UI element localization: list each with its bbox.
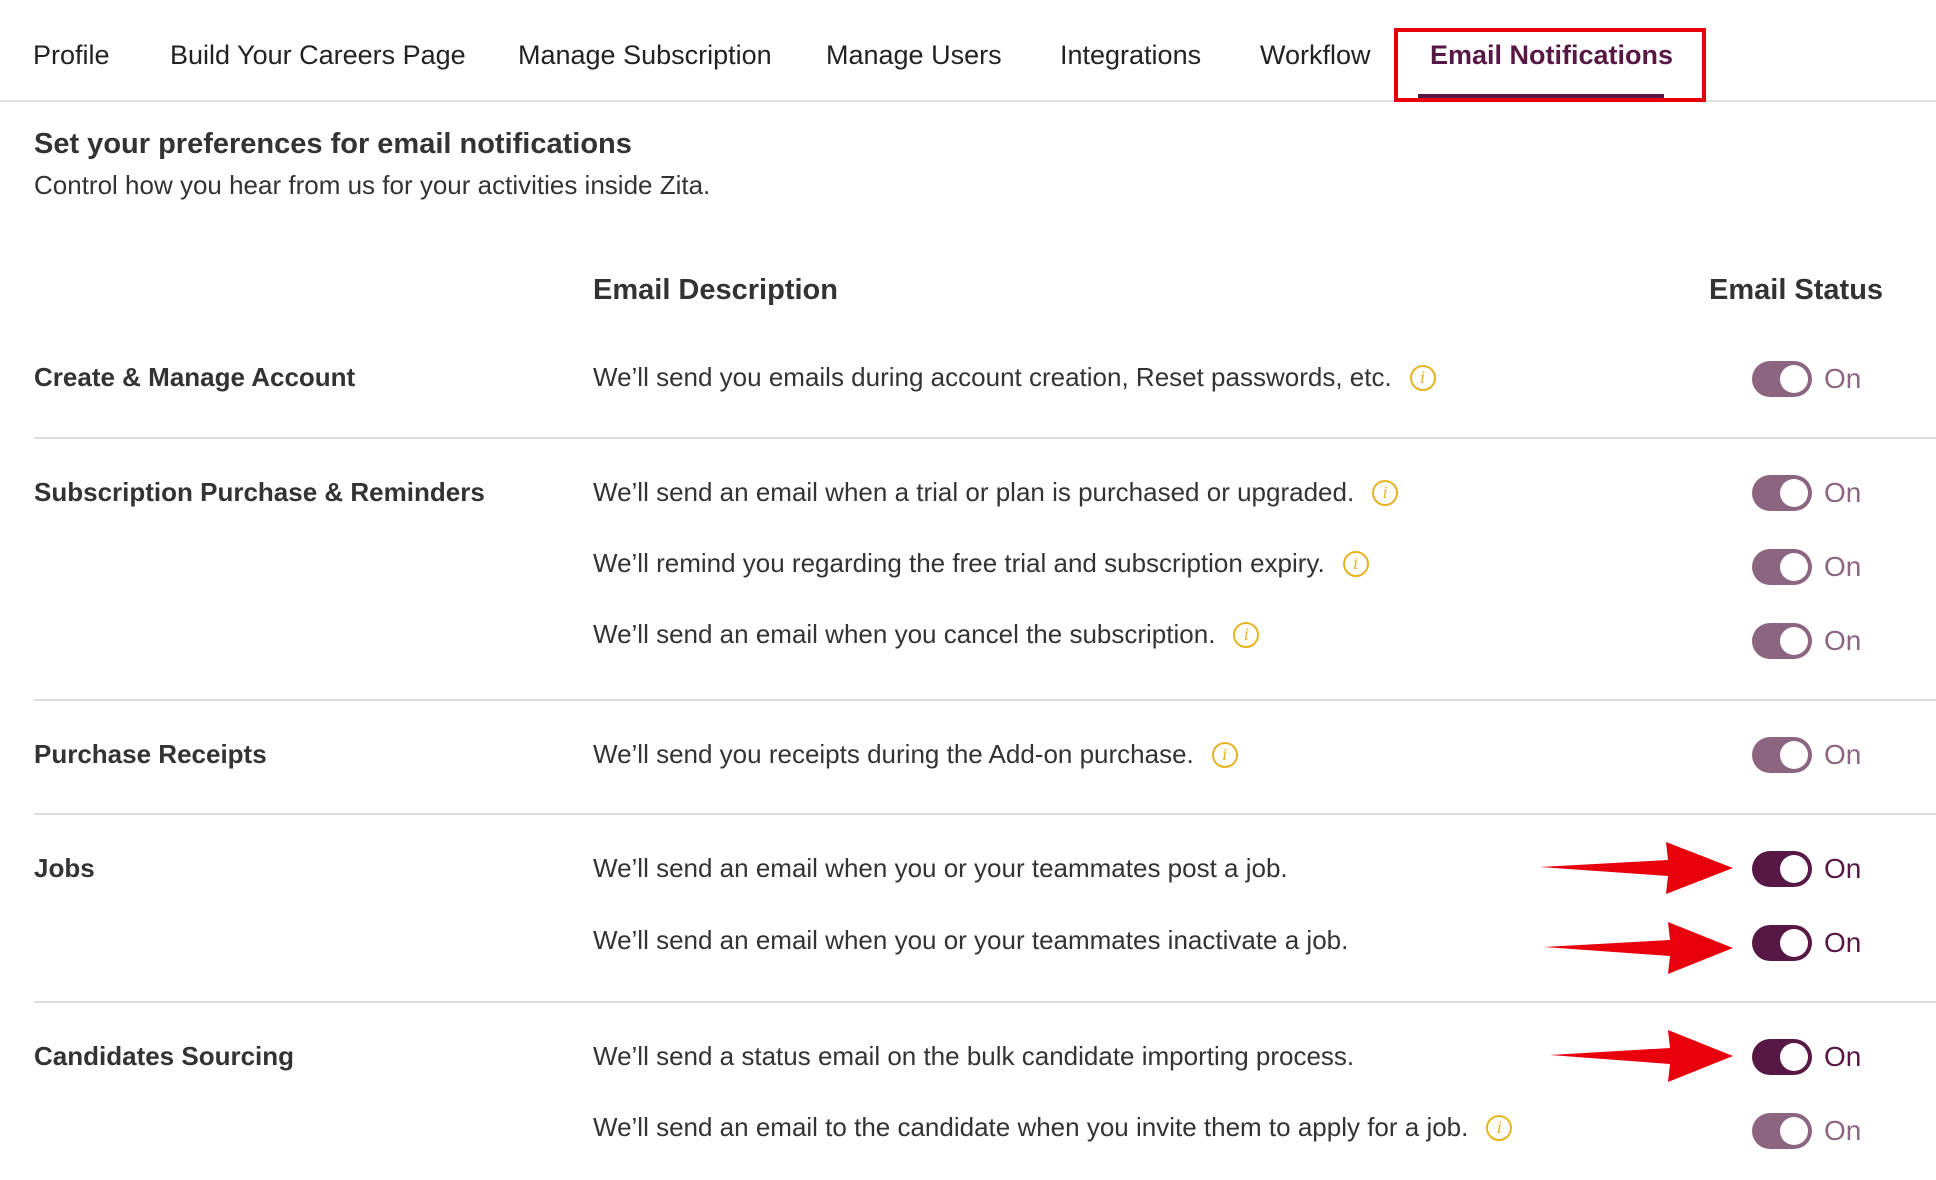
section-title-jobs: Jobs: [34, 853, 95, 883]
email-status-label: On: [1824, 927, 1862, 958]
column-header-description: Email Description: [593, 274, 838, 306]
email-status-label: On: [1824, 1041, 1862, 1072]
info-icon[interactable]: i: [1409, 364, 1436, 391]
email-status-toggle[interactable]: [1752, 623, 1812, 659]
email-description: We’ll remind you regarding the free tria…: [593, 548, 1369, 579]
toggle-knob: [1780, 365, 1808, 393]
info-icon[interactable]: i: [1486, 1114, 1513, 1141]
info-icon[interactable]: i: [1372, 479, 1399, 506]
section-divider: [34, 1001, 1936, 1003]
email-status-label: On: [1824, 739, 1862, 770]
toggle-knob: [1780, 553, 1808, 581]
section-divider: [34, 813, 1936, 815]
toggle-knob: [1780, 1043, 1808, 1071]
info-icon[interactable]: i: [1342, 550, 1369, 577]
tab-email-notifications[interactable]: Email Notifications: [1430, 40, 1673, 71]
toggle-knob: [1780, 855, 1808, 883]
toggle-knob: [1780, 1117, 1808, 1145]
tab-manage-subscription[interactable]: Manage Subscription: [518, 40, 772, 71]
email-description: We’ll send an email when you cancel the …: [593, 619, 1260, 650]
email-status-toggle[interactable]: [1752, 361, 1812, 397]
email-description: We’ll send you emails during account cre…: [593, 362, 1436, 393]
info-icon[interactable]: i: [1233, 621, 1260, 648]
email-description: We’ll send an email to the candidate whe…: [593, 1112, 1513, 1143]
email-status-label: On: [1824, 551, 1862, 582]
page-subtitle: Control how you hear from us for your ac…: [34, 170, 711, 200]
column-header-status: Email Status: [1709, 274, 1884, 306]
settings-tab-bar: Profile Build Your Careers Page Manage S…: [0, 0, 1936, 102]
page-title: Set your preferences for email notificat…: [34, 128, 632, 160]
email-status-toggle[interactable]: [1752, 925, 1812, 961]
section-divider: [34, 437, 1936, 439]
annotation-arrow-icon: [1550, 1030, 1733, 1082]
tab-workflow[interactable]: Workflow: [1260, 40, 1371, 71]
email-status-toggle[interactable]: [1752, 851, 1812, 887]
email-description: We’ll send a status email on the bulk ca…: [593, 1041, 1355, 1071]
tab-profile[interactable]: Profile: [33, 40, 110, 71]
section-title-candidates-sourcing: Candidates Sourcing: [34, 1041, 295, 1071]
email-status-toggle[interactable]: [1752, 475, 1812, 511]
toggle-knob: [1780, 479, 1808, 507]
email-description: We’ll send you receipts during the Add-o…: [593, 739, 1238, 770]
email-description: We’ll send an email when you or your tea…: [593, 925, 1349, 955]
toggle-knob: [1780, 929, 1808, 957]
active-tab-indicator: [1418, 94, 1664, 98]
email-status-label: On: [1824, 363, 1862, 394]
email-status-label: On: [1824, 477, 1862, 508]
email-status-toggle[interactable]: [1752, 1113, 1812, 1149]
email-status-label: On: [1824, 853, 1862, 884]
annotation-arrow-icon: [1540, 842, 1733, 894]
email-status-toggle[interactable]: [1752, 737, 1812, 773]
email-status-toggle[interactable]: [1752, 1039, 1812, 1075]
section-title-purchase-receipts: Purchase Receipts: [34, 739, 267, 769]
info-icon[interactable]: i: [1211, 741, 1238, 768]
annotation-arrow-icon: [1544, 922, 1733, 974]
toggle-knob: [1780, 741, 1808, 769]
email-status-label: On: [1824, 625, 1862, 656]
toggle-knob: [1780, 627, 1808, 655]
email-description: We’ll send an email when a trial or plan…: [593, 477, 1399, 508]
section-divider: [34, 699, 1936, 701]
tab-integrations[interactable]: Integrations: [1060, 40, 1201, 71]
email-description: We’ll send an email when you or your tea…: [593, 853, 1288, 883]
section-title-subscription-purchase-reminders: Subscription Purchase & Reminders: [34, 477, 485, 507]
tab-manage-users[interactable]: Manage Users: [826, 40, 1002, 71]
email-status-toggle[interactable]: [1752, 549, 1812, 585]
section-title-create-manage-account: Create & Manage Account: [34, 362, 356, 392]
email-status-label: On: [1824, 1115, 1862, 1146]
tab-build-careers-page[interactable]: Build Your Careers Page: [170, 40, 466, 71]
